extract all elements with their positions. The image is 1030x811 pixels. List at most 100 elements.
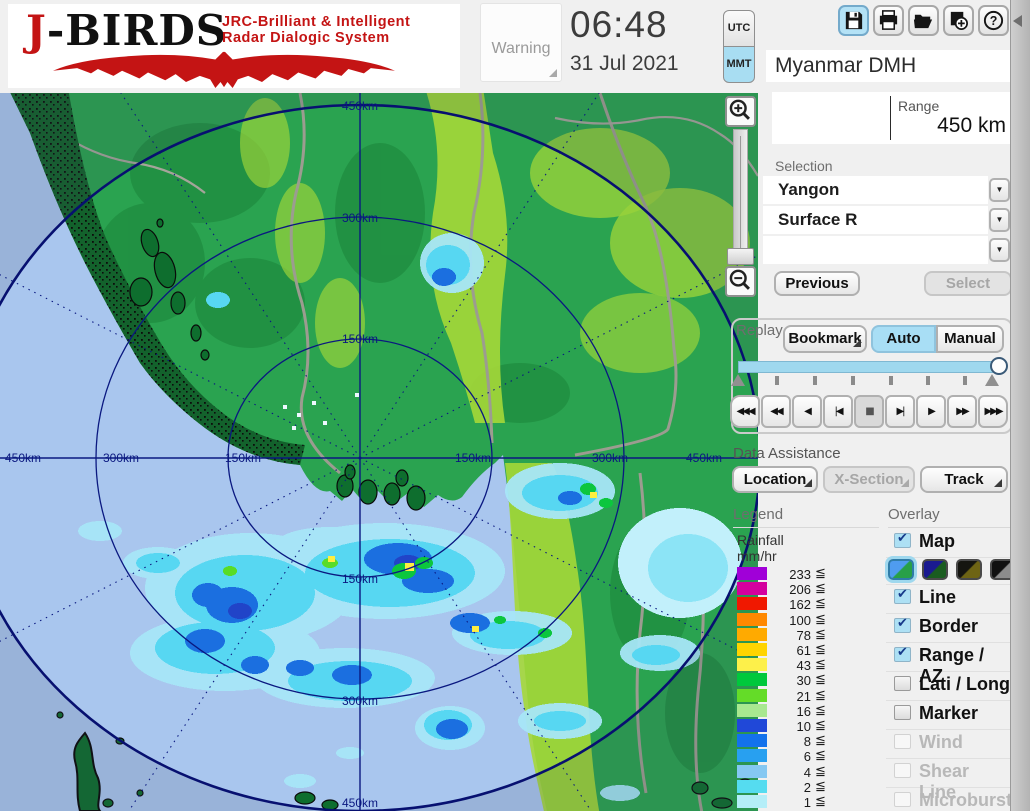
open-folder-button[interactable] [908, 5, 939, 36]
shear-line-checkbox [894, 763, 911, 778]
play-reverse-button[interactable]: ◀ [792, 395, 822, 428]
line-checkbox[interactable] [894, 589, 911, 604]
map-zoom-slider-track[interactable] [733, 129, 748, 259]
legend-operator: ≦ [815, 642, 826, 657]
wind-checkbox [894, 734, 911, 749]
fast-forward-button[interactable]: ▶▶ [947, 395, 977, 428]
microburst-checkbox [894, 792, 911, 807]
panel-edge-strip[interactable] [1010, 0, 1030, 811]
map-style-1[interactable] [888, 559, 914, 580]
map-zoom-out-button[interactable] [725, 266, 756, 297]
map-checkbox[interactable] [894, 533, 911, 548]
legend-row: 206≦ [737, 582, 837, 595]
auto-mode-button[interactable]: Auto [871, 325, 936, 353]
help-button[interactable]: ? [978, 5, 1009, 36]
step-back-button[interactable]: |◀ [823, 395, 853, 428]
location-button[interactable]: Location [732, 466, 818, 493]
border-checkbox[interactable] [894, 618, 911, 633]
save-icon [842, 9, 865, 32]
legend-operator: ≦ [815, 703, 826, 718]
step-forward-button[interactable]: ▶| [885, 395, 915, 428]
save-button[interactable] [838, 5, 869, 36]
legend-swatch [737, 582, 767, 595]
legend-value: 16 [771, 704, 811, 719]
legend-header: Legend [733, 506, 879, 528]
marker-checkbox[interactable] [894, 705, 911, 720]
printer-icon [877, 9, 900, 32]
slider-start-marker[interactable] [731, 374, 745, 386]
zoom-in-icon [727, 98, 754, 125]
manual-mode-button[interactable]: Manual [936, 325, 1004, 353]
replay-slider-handle[interactable] [990, 357, 1008, 375]
add-image-button[interactable] [943, 5, 974, 36]
warning-button[interactable]: Warning [480, 3, 562, 82]
print-button[interactable] [873, 5, 904, 36]
previous-button[interactable]: Previous [774, 271, 860, 296]
mmt-toggle-button[interactable]: MMT [723, 46, 755, 83]
folder-icon [912, 9, 935, 32]
lati-long-checkbox[interactable] [894, 676, 911, 691]
x-section-button[interactable]: X-Section [823, 466, 915, 493]
svg-text:450km: 450km [342, 99, 378, 113]
overlay-item-lati-long[interactable]: Lati / Long [886, 672, 1010, 701]
slider-end-marker[interactable] [985, 374, 999, 386]
collapse-panel-arrow-icon[interactable] [1013, 15, 1022, 27]
legend-row: 10≦ [737, 719, 837, 732]
legend-row: 43≦ [737, 658, 837, 671]
legend-value: 4 [771, 765, 811, 780]
map-style-2[interactable] [922, 559, 948, 580]
dropdown-product[interactable]: Surface R [763, 206, 988, 234]
dropdown-extra-arrow[interactable]: ▼ [989, 238, 1010, 262]
range-az-checkbox[interactable] [894, 647, 911, 662]
rewind-button[interactable]: ◀◀ [761, 395, 791, 428]
select-button[interactable]: Select [924, 271, 1012, 296]
legend-swatch [737, 765, 767, 778]
range-label: Range [898, 98, 939, 114]
legend-unit-2: mm/hr [737, 548, 777, 564]
fast-rewind-button[interactable]: ◀◀◀ [730, 395, 760, 428]
svg-text:150km: 150km [455, 451, 491, 465]
legend-operator: ≦ [815, 779, 826, 794]
track-button[interactable]: Track [920, 466, 1008, 493]
utc-toggle-button[interactable]: UTC [723, 10, 755, 47]
overlay-item-range-az[interactable]: Range / AZ [886, 643, 1010, 672]
overlay-item-line[interactable]: Line [886, 585, 1010, 614]
dropdown-site[interactable]: Yangon [763, 176, 988, 204]
map-style-row [886, 557, 1010, 585]
play-button[interactable]: ▶ [916, 395, 946, 428]
legend-row: 1≦ [737, 795, 837, 808]
stop-button[interactable]: ■ [854, 395, 884, 428]
overlay-item-border[interactable]: Border [886, 614, 1010, 643]
radar-map[interactable]: 450km 300km 150km 150km 300km 450km 450k… [0, 93, 758, 811]
legend-swatch [737, 628, 767, 641]
warning-label: Warning [481, 40, 561, 58]
map-zoom-slider-handle[interactable] [727, 248, 754, 265]
legend-swatch [737, 673, 767, 686]
legend-value: 61 [771, 643, 811, 658]
dropdown-extra[interactable] [763, 236, 988, 264]
legend-swatch [737, 597, 767, 610]
fastest-forward-button[interactable]: ▶▶▶ [978, 395, 1008, 428]
help-icon: ? [982, 9, 1005, 32]
legend-swatch [737, 719, 767, 732]
zoom-out-icon [727, 268, 754, 295]
logo-title: J-BIRDS [26, 6, 227, 55]
bookmark-button[interactable]: Bookmark [783, 325, 867, 353]
legend-row: 16 ≦ [737, 704, 837, 717]
legend-value: 233 [771, 567, 811, 582]
overlay-item-marker[interactable]: Marker [886, 701, 1010, 730]
legend-unit-1: Rainfall [737, 532, 784, 548]
map-zoom-in-button[interactable] [725, 96, 756, 127]
legend-value: 2 [771, 780, 811, 795]
map-style-3[interactable] [956, 559, 982, 580]
replay-slider-track[interactable] [738, 361, 1000, 373]
legend-operator: ≦ [815, 627, 826, 642]
dropdown-site-arrow[interactable]: ▼ [989, 178, 1010, 202]
svg-text:300km: 300km [103, 451, 139, 465]
dropdown-product-arrow[interactable]: ▼ [989, 208, 1010, 232]
overlay-item-map[interactable]: Map [886, 529, 1010, 558]
overlay-item-wind: Wind [886, 730, 1010, 759]
legend-value: 21 [771, 689, 811, 704]
range-box: Range 450 km [772, 92, 1012, 144]
legend-swatch [737, 795, 767, 808]
